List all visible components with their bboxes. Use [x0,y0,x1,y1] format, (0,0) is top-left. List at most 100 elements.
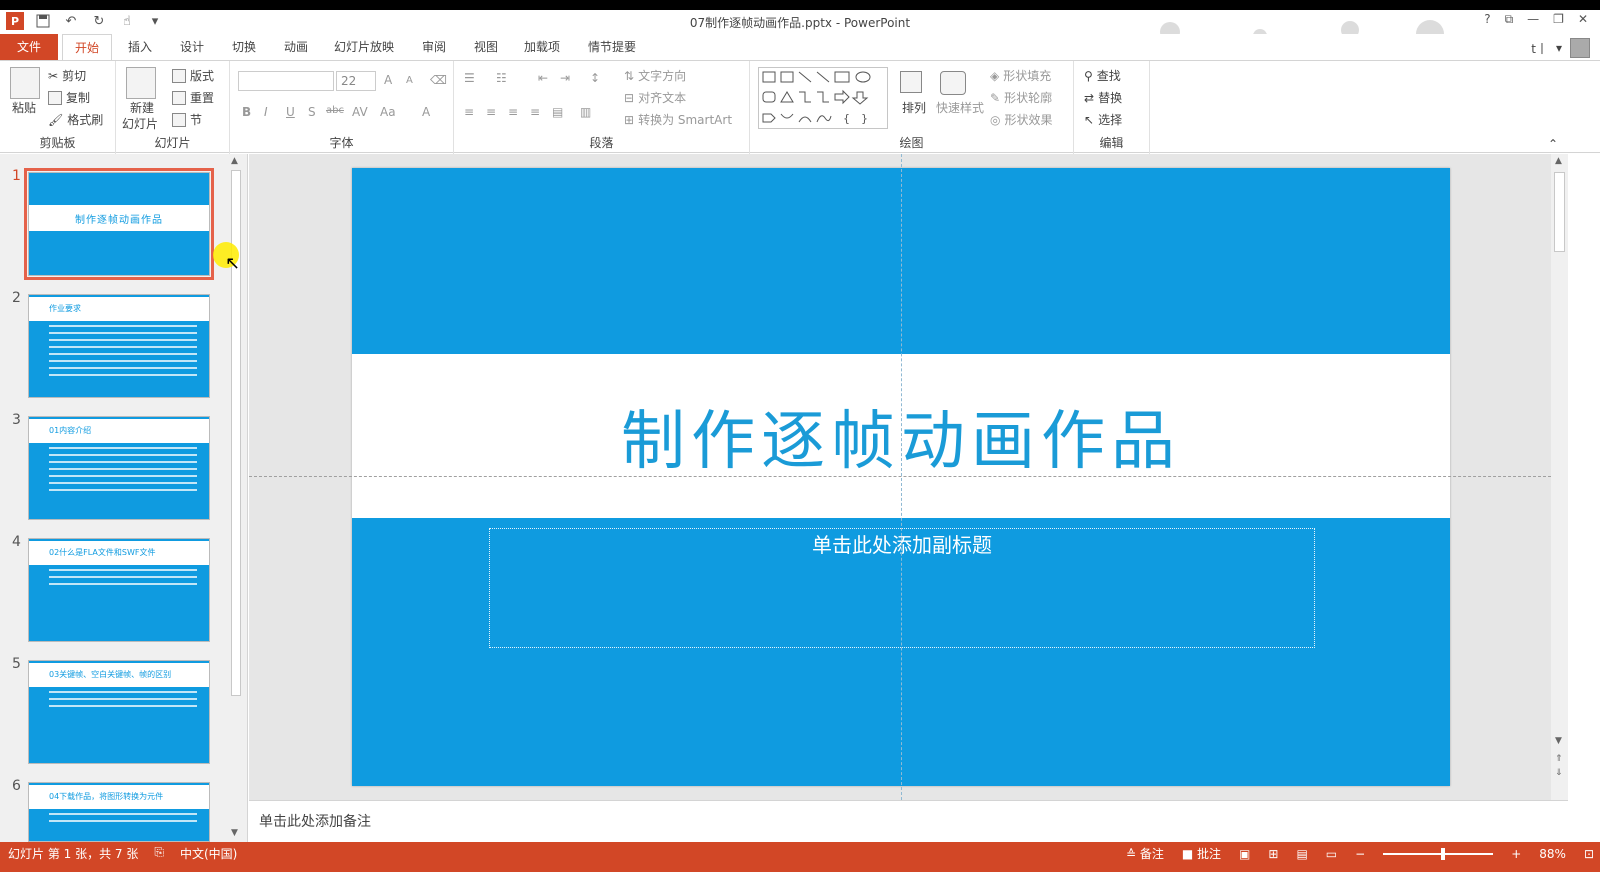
zoom-in-icon[interactable]: + [1511,847,1521,861]
reading-view-icon[interactable]: ▤ [1296,847,1307,861]
select-button[interactable]: ↖ 选择 [1084,111,1122,128]
tab-file[interactable]: 文件 [0,34,58,60]
powerpoint-logo-icon[interactable]: P [6,12,24,30]
shapes-gallery[interactable]: { } [758,67,888,129]
editor-scroll-up-icon[interactable]: ▲ [1555,156,1562,166]
scroll-down-arrow-icon[interactable]: ▼ [231,828,238,838]
tab-addins[interactable]: 加载项 [512,34,572,60]
find-button[interactable]: ⚲ 查找 [1084,67,1121,84]
line-spacing-icon[interactable]: ↕ [590,71,600,85]
reset-button[interactable]: 重置 [172,89,214,106]
slide-thumbnail-5[interactable]: 03关键帧、空白关键帧、帧的区别 [28,660,210,764]
grow-font-button[interactable]: A [384,73,392,87]
strikethrough-button[interactable]: abc [326,105,344,116]
shadow-button[interactable]: S [308,105,316,119]
shape-fill-button[interactable]: ◈ 形状填充 [990,67,1051,84]
align-left-icon[interactable]: ≡ [464,105,474,119]
tab-animations[interactable]: 动画 [272,34,320,60]
language-indicator[interactable]: 中文(中国) [180,845,237,862]
new-slide-dropdown[interactable]: 幻灯片 [122,115,158,132]
prev-slide-icon[interactable]: ⇑ [1555,754,1563,764]
arrange-button[interactable]: 排列 [902,99,926,116]
font-size-combo[interactable]: 22 [336,71,376,91]
zoom-slider[interactable] [1383,847,1494,860]
slide-editor[interactable]: 制作逐帧动画作品 单击此处添加副标题 [249,154,1551,800]
slide-thumbnail-1[interactable]: 制作逐帧动画作品 [24,168,214,280]
undo-icon[interactable]: ↶ [62,12,80,30]
vertical-guide[interactable] [901,154,902,800]
bold-button[interactable]: B [242,105,251,119]
font-name-combo[interactable] [238,71,334,91]
cut-button[interactable]: ✂ 剪切 [48,67,86,84]
comments-toggle-button[interactable]: ■ 批注 [1182,845,1221,862]
notes-pane[interactable]: 单击此处添加备注 [249,800,1568,842]
avatar[interactable] [1570,38,1590,58]
save-icon[interactable] [34,12,52,30]
change-case-button[interactable]: Aa [380,105,396,119]
slideshow-icon[interactable]: ▭ [1326,847,1337,861]
smartart-button[interactable]: ⊞ 转换为 SmartArt [624,111,732,128]
tab-review[interactable]: 审阅 [410,34,458,60]
zoom-level[interactable]: 88% [1539,847,1566,861]
normal-view-icon[interactable]: ▣ [1239,847,1250,861]
format-painter-button[interactable]: 🖌 格式刷 [48,111,103,128]
justify-icon[interactable]: ≡ [530,105,540,119]
editor-scroll-down-icon[interactable]: ▼ [1555,736,1562,746]
tab-design[interactable]: 设计 [168,34,216,60]
quick-styles-icon[interactable] [940,71,966,95]
tab-home[interactable]: 开始 [62,34,113,61]
slide-thumbnail-4[interactable]: 02什么是FLA文件和SWF文件 [28,538,210,642]
redo-icon[interactable]: ↻ [90,12,108,30]
notes-toggle-button[interactable]: ≙ 备注 [1126,845,1164,862]
shape-outline-button[interactable]: ✎ 形状轮廓 [990,89,1052,106]
user-dropdown-icon[interactable]: ▾ [1556,41,1562,55]
slide-thumbnail-3[interactable]: 01内容介绍 [28,416,210,520]
slide-thumbnail-6[interactable]: 04下载作品，将图形转换为元件 [28,782,210,842]
tab-insert[interactable]: 插入 [116,34,164,60]
distribute-icon[interactable]: ▤ [552,105,563,119]
zoom-out-icon[interactable]: − [1355,847,1365,861]
underline-button[interactable]: U [286,105,295,119]
char-spacing-button[interactable]: AV [352,105,368,119]
spellcheck-icon[interactable]: ⎘ [154,845,164,862]
paste-button[interactable]: 粘贴 [12,99,36,116]
slide-sorter-icon[interactable]: ⊞ [1268,847,1278,861]
touch-mode-icon[interactable]: ☝ [118,12,136,30]
close-button[interactable]: ✕ [1578,12,1588,27]
numbering-icon[interactable]: ☷ [496,71,507,85]
editor-scrollbar[interactable]: ▲ ▼ ⇑ ⇓ [1551,154,1568,800]
paste-icon[interactable] [10,67,40,99]
layout-button[interactable]: 版式 [172,67,214,84]
tab-storyboard[interactable]: 情节提要 [576,34,648,60]
columns-icon[interactable]: ▥ [580,105,591,119]
editor-scroll-thumb[interactable] [1554,172,1565,252]
increase-indent-icon[interactable]: ⇥ [560,71,570,85]
section-button[interactable]: 节 [172,111,202,128]
restore-button[interactable]: ❐ [1553,12,1564,27]
new-slide-icon[interactable] [126,67,156,99]
arrange-icon[interactable] [900,71,922,93]
quick-styles-button[interactable]: 快速样式 [936,99,984,116]
horizontal-guide[interactable] [249,476,1551,477]
align-right-icon[interactable]: ≡ [508,105,518,119]
subtitle-placeholder[interactable]: 单击此处添加副标题 [489,528,1315,648]
align-text-button[interactable]: ⊟ 对齐文本 [624,89,686,106]
new-slide-button[interactable]: 新建 [130,99,154,116]
shrink-font-button[interactable]: A [406,75,413,86]
copy-button[interactable]: 复制 [48,89,90,106]
font-color-button[interactable]: A [422,105,430,119]
collapse-ribbon-icon[interactable]: ⌃ [1548,137,1558,151]
user-name[interactable]: t丨 [1531,40,1548,57]
shape-effects-button[interactable]: ◎ 形状效果 [990,111,1053,128]
replace-button[interactable]: ⇄ 替换 [1084,89,1122,106]
bullets-icon[interactable]: ☰ [464,71,475,85]
italic-button[interactable]: I [264,105,268,119]
tab-transitions[interactable]: 切换 [220,34,268,60]
fit-to-window-icon[interactable]: ⊡ [1584,847,1594,861]
decrease-indent-icon[interactable]: ⇤ [538,71,548,85]
tab-slideshow[interactable]: 幻灯片放映 [322,34,406,60]
text-direction-button[interactable]: ⇅ 文字方向 [624,67,686,84]
next-slide-icon[interactable]: ⇓ [1555,768,1563,778]
tab-view[interactable]: 视图 [462,34,510,60]
align-center-icon[interactable]: ≡ [486,105,496,119]
